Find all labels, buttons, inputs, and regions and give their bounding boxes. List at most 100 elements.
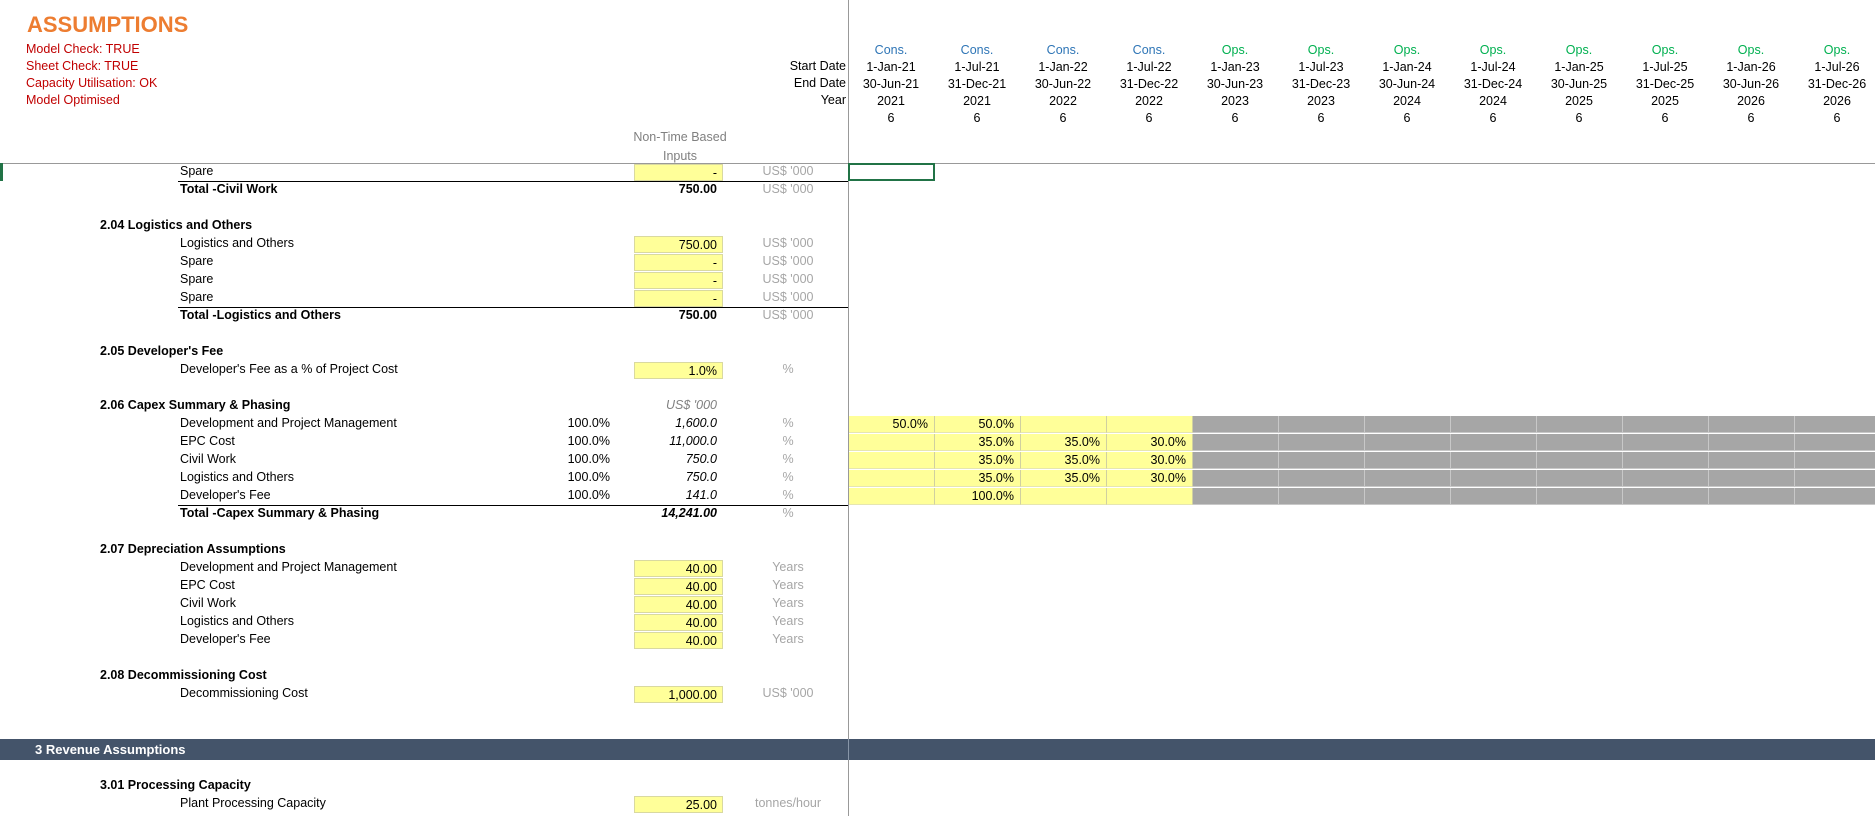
capex-heading: 2.06 Capex Summary & Phasing <box>100 398 291 412</box>
processing-input[interactable]: 25.00 <box>634 796 723 813</box>
logistics-row-label: Logistics and Others <box>180 236 294 250</box>
decommissioning-label: Decommissioning Cost <box>180 686 308 700</box>
depreciation-row-input[interactable]: 40.00 <box>634 560 723 577</box>
period-column: Cons. 1-Jan-21 30-Jun-21 2021 6 <box>848 42 934 127</box>
logistics-spare-input[interactable]: - <box>634 290 723 307</box>
period-phase: Ops. <box>1823 43 1851 57</box>
period-months: 6 <box>1747 111 1755 125</box>
phasing-input-cell[interactable]: 100.0% <box>935 488 1021 505</box>
phasing-locked-cell <box>1365 452 1451 469</box>
capex-row-unit: % <box>782 452 794 466</box>
period-column: Ops. 1-Jul-25 31-Dec-25 2025 6 <box>1622 42 1708 127</box>
period-year: 2023 <box>1221 94 1249 108</box>
phasing-input-cell[interactable]: 50.0% <box>849 416 935 433</box>
period-phase: Cons. <box>960 43 994 57</box>
decommissioning-input[interactable]: 1,000.00 <box>634 686 723 703</box>
period-year: 2023 <box>1307 94 1335 108</box>
phasing-input-cell[interactable] <box>849 434 935 451</box>
phasing-input-cell[interactable] <box>849 470 935 487</box>
revenue-section-title: 3 Revenue Assumptions <box>35 742 186 757</box>
logistics-spare-unit: US$ '000 <box>762 272 814 286</box>
period-column: Ops. 1-Jan-25 30-Jun-25 2025 6 <box>1536 42 1622 127</box>
phasing-input-cell[interactable]: 35.0% <box>935 434 1021 451</box>
depreciation-row-input[interactable]: 40.00 <box>634 596 723 613</box>
phasing-locked-cell <box>1623 416 1709 433</box>
period-start: 1-Jul-26 <box>1814 60 1860 74</box>
period-year: 2024 <box>1479 94 1507 108</box>
phasing-input-cell[interactable]: 30.0% <box>1107 434 1193 451</box>
phasing-input-cell[interactable]: 30.0% <box>1107 452 1193 469</box>
dev-fee-label: Developer's Fee as a % of Project Cost <box>180 362 398 376</box>
capex-row-label: Development and Project Management <box>180 416 397 430</box>
phasing-locked-cell <box>1451 452 1537 469</box>
period-months: 6 <box>1145 111 1153 125</box>
capex-row-label: Civil Work <box>180 452 237 466</box>
column-divider <box>848 0 849 816</box>
phasing-locked-cell <box>1709 470 1795 487</box>
period-column: Ops. 1-Jan-24 30-Jun-24 2024 6 <box>1364 42 1450 127</box>
phasing-input-cell[interactable] <box>1021 488 1107 505</box>
depreciation-row-label: Logistics and Others <box>180 614 294 628</box>
period-phase: Ops. <box>1737 43 1765 57</box>
phasing-locked-cell <box>1623 434 1709 451</box>
civil-total-unit: US$ '000 <box>762 182 814 196</box>
period-column: Ops. 1-Jul-26 31-Dec-26 2026 6 <box>1794 42 1875 127</box>
phasing-input-cell[interactable]: 35.0% <box>935 452 1021 469</box>
period-start: 1-Jan-23 <box>1210 60 1260 74</box>
period-months: 6 <box>1231 111 1239 125</box>
decommissioning-unit: US$ '000 <box>762 686 814 700</box>
phasing-input-cell[interactable] <box>1021 416 1107 433</box>
period-phase: Cons. <box>874 43 908 57</box>
period-phase: Ops. <box>1565 43 1593 57</box>
selected-cell[interactable] <box>848 163 935 181</box>
phasing-input-cell[interactable]: 30.0% <box>1107 470 1193 487</box>
phasing-locked-cell <box>1193 452 1279 469</box>
period-year: 2022 <box>1049 94 1077 108</box>
logistics-spare-input[interactable]: - <box>634 272 723 289</box>
phasing-input-cell[interactable]: 35.0% <box>1021 470 1107 487</box>
phasing-input-cell[interactable]: 35.0% <box>935 470 1021 487</box>
period-end: 31-Dec-22 <box>1119 77 1179 91</box>
period-year: 2021 <box>877 94 905 108</box>
logistics-row-input[interactable]: 750.00 <box>634 236 723 253</box>
period-start: 1-Jan-25 <box>1554 60 1604 74</box>
civil-total-label: Total -Civil Work <box>180 182 278 196</box>
dev-fee-input[interactable]: 1.0% <box>634 362 723 379</box>
depreciation-row-label: Civil Work <box>180 596 237 610</box>
depreciation-row-unit: Years <box>772 614 804 628</box>
depreciation-heading: 2.07 Depreciation Assumptions <box>100 542 286 556</box>
depreciation-row-label: EPC Cost <box>180 578 235 592</box>
phasing-locked-cell <box>1623 452 1709 469</box>
capex-row-value: 750.0 <box>685 470 717 484</box>
period-end: 31-Dec-26 <box>1807 77 1867 91</box>
period-end: 31-Dec-24 <box>1463 77 1523 91</box>
depreciation-row-input[interactable]: 40.00 <box>634 632 723 649</box>
start-date-label: Start Date <box>789 59 846 73</box>
civil-spare-input[interactable]: - <box>634 164 723 181</box>
phasing-input-cell[interactable] <box>1107 488 1193 505</box>
period-year: 2025 <box>1651 94 1679 108</box>
phasing-locked-cell <box>1709 416 1795 433</box>
phasing-locked-cell <box>1623 488 1709 505</box>
period-column: Ops. 1-Jan-26 30-Jun-26 2026 6 <box>1708 42 1794 127</box>
civil-spare-unit: US$ '000 <box>762 164 814 178</box>
period-months: 6 <box>1575 111 1583 125</box>
period-months: 6 <box>1403 111 1411 125</box>
capex-row-unit: % <box>782 416 794 430</box>
phasing-input-cell[interactable] <box>849 488 935 505</box>
phasing-input-cell[interactable]: 35.0% <box>1021 452 1107 469</box>
processing-label: Plant Processing Capacity <box>180 796 326 810</box>
depreciation-row-input[interactable]: 40.00 <box>634 614 723 631</box>
phasing-input-cell[interactable] <box>849 452 935 469</box>
logistics-spare-input[interactable]: - <box>634 254 723 271</box>
period-months: 6 <box>1489 111 1497 125</box>
phasing-input-cell[interactable]: 50.0% <box>935 416 1021 433</box>
depreciation-row-input[interactable]: 40.00 <box>634 578 723 595</box>
period-end: 30-Jun-21 <box>862 77 920 91</box>
phasing-input-cell[interactable]: 35.0% <box>1021 434 1107 451</box>
period-end: 31-Dec-21 <box>947 77 1007 91</box>
period-months: 6 <box>1833 111 1841 125</box>
phasing-input-cell[interactable] <box>1107 416 1193 433</box>
phasing-locked-cell <box>1709 434 1795 451</box>
phasing-locked-cell <box>1623 470 1709 487</box>
